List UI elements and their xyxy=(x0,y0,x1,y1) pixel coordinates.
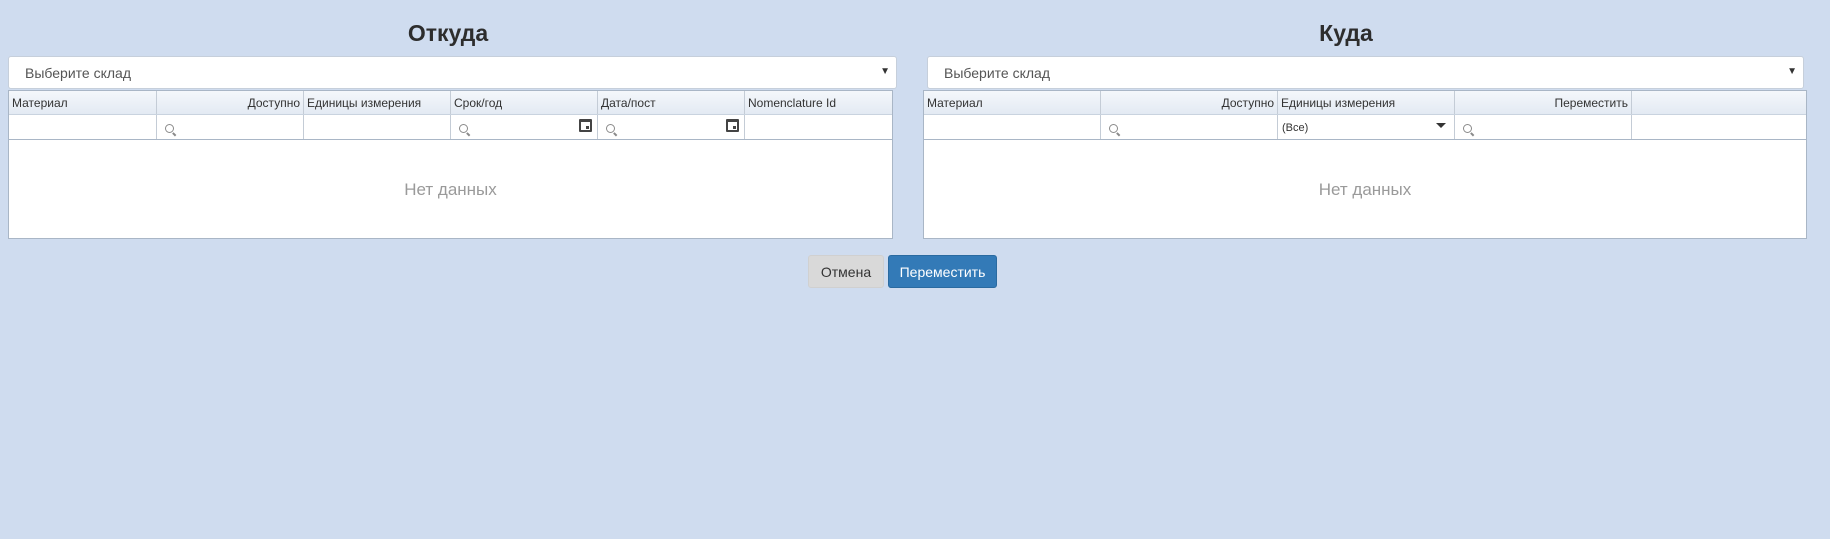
to-col-units[interactable]: Единицы измерения xyxy=(1278,91,1455,114)
from-grid-header: Материал Доступно Единицы измерения Срок… xyxy=(9,91,892,115)
to-grid: Материал Доступно Единицы измерения Пере… xyxy=(923,90,1807,239)
from-col-term[interactable]: Срок/год xyxy=(451,91,598,114)
from-col-nomenclature-id[interactable]: Nomenclature Id xyxy=(745,91,892,114)
search-icon xyxy=(459,124,468,133)
to-filter-units-select[interactable]: (Все) xyxy=(1278,115,1455,139)
to-empty-text: Нет данных xyxy=(1318,179,1412,199)
chevron-down-icon: ▼ xyxy=(1787,66,1797,77)
from-grid-filter-row xyxy=(9,115,892,140)
cancel-button[interactable]: Отмена xyxy=(808,255,884,288)
from-grid: Материал Доступно Единицы измерения Срок… xyxy=(8,90,893,239)
warehouse-transfer-page: Откуда Выберите склад ▼ Материал Доступн… xyxy=(0,0,1830,539)
to-warehouse-placeholder: Выберите склад xyxy=(944,64,1050,81)
from-col-available[interactable]: Доступно xyxy=(157,91,304,114)
caret-down-icon xyxy=(1436,123,1446,128)
search-icon xyxy=(1463,124,1472,133)
to-col-move[interactable]: Переместить xyxy=(1455,91,1632,114)
to-warehouse-select[interactable]: Выберите склад ▼ xyxy=(927,56,1804,89)
from-warehouse-select[interactable]: Выберите склад ▼ xyxy=(8,56,897,89)
search-icon xyxy=(606,124,615,133)
search-icon xyxy=(165,124,174,133)
from-filter-material[interactable] xyxy=(9,115,157,139)
from-warehouse-placeholder: Выберите склад xyxy=(25,64,131,81)
to-col-available[interactable]: Доступно xyxy=(1101,91,1278,114)
to-filter-material[interactable] xyxy=(924,115,1101,139)
from-col-material[interactable]: Материал xyxy=(9,91,157,114)
to-grid-header: Материал Доступно Единицы измерения Пере… xyxy=(924,91,1806,115)
from-filter-term[interactable] xyxy=(451,115,598,139)
from-empty-text: Нет данных xyxy=(404,179,497,199)
to-filter-move[interactable] xyxy=(1455,115,1632,139)
from-filter-date[interactable] xyxy=(598,115,745,139)
to-title: Куда xyxy=(1319,20,1373,46)
to-filter-extra xyxy=(1632,115,1806,139)
to-col-material[interactable]: Материал xyxy=(924,91,1101,114)
chevron-down-icon: ▼ xyxy=(880,66,890,77)
to-grid-filter-row: (Все) xyxy=(924,115,1806,140)
from-filter-units[interactable] xyxy=(304,115,451,139)
to-col-extra xyxy=(1632,91,1806,114)
to-filter-units-value: (Все) xyxy=(1282,122,1309,134)
from-filter-available[interactable] xyxy=(157,115,304,139)
to-filter-available[interactable] xyxy=(1101,115,1278,139)
calendar-icon[interactable] xyxy=(726,119,739,132)
calendar-icon[interactable] xyxy=(579,119,592,132)
move-button[interactable]: Переместить xyxy=(888,255,997,288)
from-filter-nomenclature-id[interactable] xyxy=(745,115,892,139)
from-col-date[interactable]: Дата/пост xyxy=(598,91,745,114)
from-col-units[interactable]: Единицы измерения xyxy=(304,91,451,114)
from-title: Откуда xyxy=(407,20,489,46)
search-icon xyxy=(1109,124,1118,133)
